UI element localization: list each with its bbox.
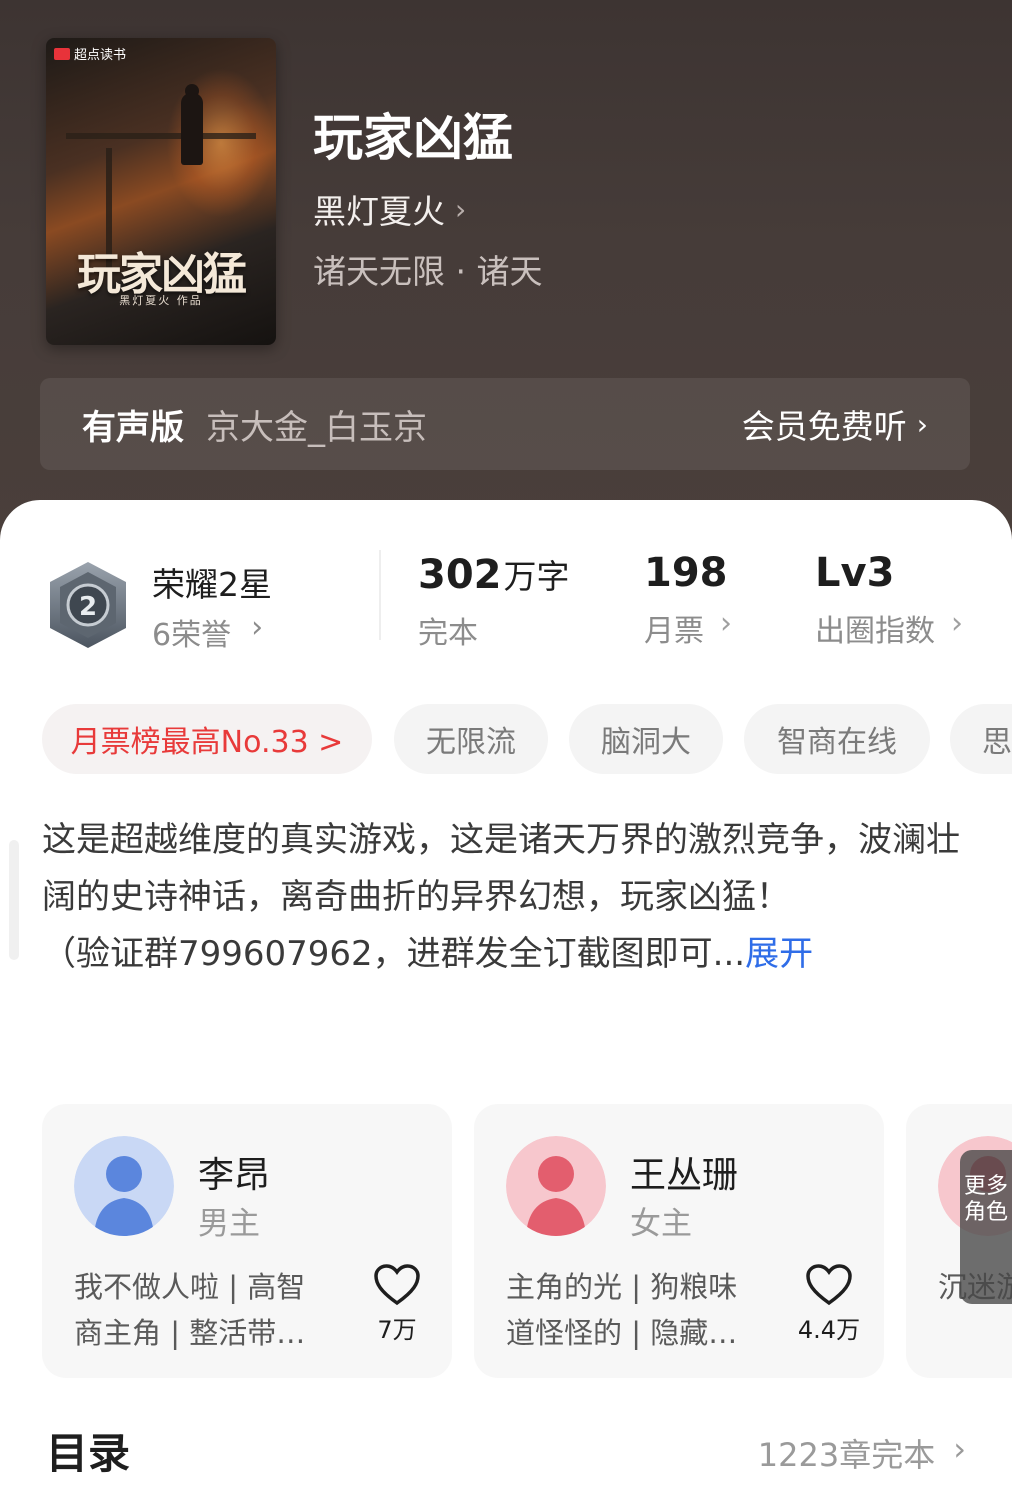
words-number: 302	[418, 552, 502, 598]
author-name: 黑灯夏火	[313, 192, 445, 231]
chevron-right-icon: ›	[251, 610, 264, 645]
stat-monthly-votes[interactable]: 198 月票 ›	[644, 550, 732, 650]
chevron-right-icon: ›	[916, 407, 928, 441]
book-genre: 诸天无限 · 诸天	[313, 252, 543, 291]
character-likes: 7万	[377, 1316, 417, 1344]
character-role: 男主	[198, 1206, 260, 1242]
book-detail-page: 超点读书 玩家凶猛 黑灯夏火 作品 玩家凶猛 黑灯夏火 › 诸天无限 · 诸天 …	[0, 0, 1012, 1500]
character-role: 女主	[630, 1206, 692, 1242]
more-characters-button[interactable]: 更多角色	[960, 1150, 1012, 1304]
stat-level[interactable]: Lv3 出圈指数 ›	[815, 550, 963, 650]
stats-divider	[379, 550, 381, 640]
book-cover[interactable]: 超点读书 玩家凶猛 黑灯夏火 作品	[46, 38, 276, 345]
tag-item[interactable]: 脑洞大	[569, 704, 723, 774]
chevron-right-icon: ›	[951, 606, 963, 641]
book-header: 超点读书 玩家凶猛 黑灯夏火 作品 玩家凶猛 黑灯夏火 › 诸天无限 · 诸天 …	[0, 0, 1012, 540]
character-tags: 主角的光 | 狗粮味道怪怪的 | 隐藏…	[506, 1270, 738, 1350]
level-number: Lv3	[815, 550, 895, 596]
stats-row: 2 荣耀2星 6荣誉 › 302 万字 完本 198 月票 › Lv3 出圈指数…	[0, 500, 1012, 670]
heart-icon	[374, 1264, 420, 1306]
free-listen-button[interactable]: 会员免费听 ›	[742, 400, 928, 448]
level-label: 出圈指数	[815, 614, 935, 649]
tag-item[interactable]: 无限流	[394, 704, 548, 774]
honor-link[interactable]: 6荣誉 ›	[152, 610, 263, 654]
scroll-indicator	[9, 840, 19, 960]
audio-version-bar[interactable]: 有声版 京大金_白玉京 会员免费听 ›	[40, 378, 970, 470]
book-title: 玩家凶猛	[313, 108, 513, 167]
cover-figure	[181, 93, 203, 165]
expand-link[interactable]: 展开	[745, 934, 813, 974]
cover-author: 黑灯夏火 作品	[119, 294, 203, 307]
votes-label: 月票	[644, 614, 704, 649]
character-name: 李昂	[198, 1155, 271, 1196]
book-content-panel: 2 荣耀2星 6荣誉 › 302 万字 完本 198 月票 › Lv3 出圈指数…	[0, 500, 1012, 1500]
stat-words: 302 万字 完本	[418, 550, 570, 652]
character-name: 王丛珊	[630, 1155, 739, 1196]
description-text: 这是超越维度的真实游戏，这是诸天万界的激烈竞争，波澜壮阔的史诗神话，离奇曲折的异…	[42, 820, 960, 974]
honor-count: 6荣誉	[152, 618, 232, 653]
tag-row: 月票榜最高No.33 > 无限流 脑洞大 智商在线 思	[0, 704, 1012, 774]
heart-icon	[806, 1264, 852, 1306]
character-like-button[interactable]: 4.4万	[794, 1264, 864, 1345]
character-card[interactable]: 李昂 男主 我不做人啦 | 高智商主角 | 整活带… 7万	[42, 1104, 452, 1378]
tag-item[interactable]: 智商在线	[744, 704, 930, 774]
cover-structure	[66, 133, 256, 139]
character-like-button[interactable]: 7万	[362, 1264, 432, 1345]
character-likes: 4.4万	[797, 1316, 861, 1344]
words-unit: 万字	[503, 557, 570, 596]
tag-rank[interactable]: 月票榜最高No.33 >	[42, 704, 372, 774]
toc-chapter-count: 1223章完本	[757, 1436, 936, 1474]
author-link[interactable]: 黑灯夏火 ›	[313, 185, 466, 233]
votes-number: 198	[644, 550, 728, 596]
audio-narrator: 京大金_白玉京	[206, 407, 427, 448]
audio-label: 有声版	[82, 407, 184, 448]
tag-item[interactable]: 思	[950, 704, 1012, 774]
avatar	[74, 1136, 174, 1236]
toc-info: 1223章完本 ›	[758, 1430, 966, 1476]
chevron-right-icon: ›	[455, 192, 467, 226]
table-of-contents-row[interactable]: 目录 1223章完本 ›	[0, 1418, 1012, 1488]
book-description[interactable]: 这是超越维度的真实游戏，这是诸天万界的激烈竞争，波澜壮阔的史诗神话，离奇曲折的异…	[42, 812, 972, 983]
avatar	[506, 1136, 606, 1236]
honor-badge-number: 2	[79, 592, 97, 622]
chevron-right-icon: ›	[720, 606, 732, 641]
cover-publisher-text: 超点读书	[74, 48, 127, 63]
cover-publisher: 超点读书	[54, 44, 126, 63]
character-card[interactable]: 王丛珊 女主 主角的光 | 狗粮味道怪怪的 | 隐藏… 4.4万	[474, 1104, 884, 1378]
words-label: 完本	[418, 616, 478, 651]
character-tags: 我不做人啦 | 高智商主角 | 整活带…	[74, 1270, 306, 1350]
free-listen-label: 会员免费听	[741, 407, 907, 446]
honor-name: 荣耀2星	[152, 565, 272, 604]
publisher-logo-icon	[54, 47, 70, 60]
toc-title: 目录	[46, 1429, 131, 1478]
chevron-right-icon: ›	[953, 1430, 966, 1468]
honor-badge-icon[interactable]: 2	[46, 560, 130, 650]
